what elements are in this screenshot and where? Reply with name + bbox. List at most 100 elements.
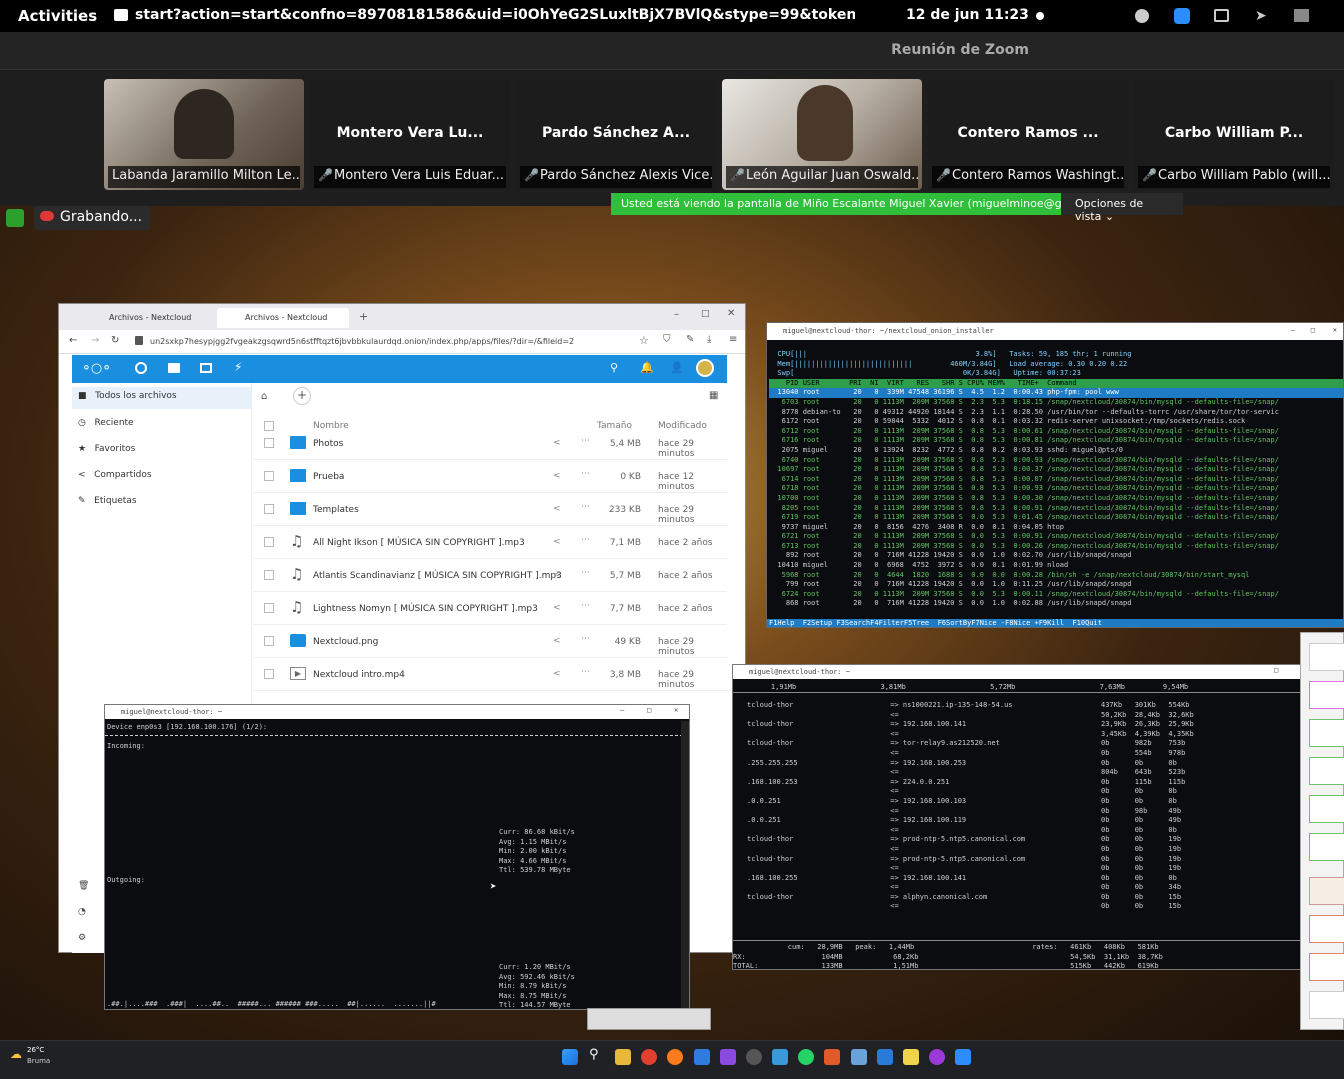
process-row[interactable]: 2075 miguel 20 0 13924 8232 4772 S 0.8 0… xyxy=(769,446,1343,456)
file-checkbox[interactable] xyxy=(264,570,274,580)
share-icon[interactable]: < xyxy=(553,471,561,481)
file-name[interactable]: Lightness Nomyn [ MÚSICA SIN COPYRIGHT ]… xyxy=(313,604,538,614)
process-row[interactable]: 10410 miguel 20 0 6968 4752 3972 S 0.0 0… xyxy=(769,561,1343,571)
sidebar-item-shared[interactable]: < Compartidos xyxy=(78,470,152,480)
thumbnail[interactable] xyxy=(1309,833,1344,861)
chat-icon[interactable] xyxy=(1135,9,1149,23)
nload-terminal-window[interactable]: miguel@nextcloud-thor: ~ – □ ✕ Device enp0s… xyxy=(104,704,690,1010)
close-icon[interactable]: ✕ xyxy=(674,706,678,716)
process-row[interactable]: 6719 root 20 0 1113M 209M 37568 S 0.0 5.… xyxy=(769,513,1343,523)
process-row[interactable]: 13040 root 20 0 339M 47548 36196 S 4.5 1… xyxy=(769,388,1343,398)
drive-icon[interactable] xyxy=(1214,9,1229,22)
firefox-icon[interactable] xyxy=(667,1049,683,1065)
file-row[interactable]: Templates < ⋯ 233 KB hace 29 minutos xyxy=(253,493,727,526)
tor-icon[interactable] xyxy=(929,1049,945,1065)
background-window[interactable] xyxy=(587,1008,711,1030)
thumbnail[interactable] xyxy=(1309,719,1344,747)
thumbnail[interactable] xyxy=(1309,877,1344,905)
iftop-terminal-window[interactable]: miguel@nextcloud-thor: ~□✕ 1,91Mb 3,81Mb… xyxy=(732,664,1344,970)
file-explorer-icon[interactable] xyxy=(615,1049,631,1065)
process-row[interactable]: 5968 root 20 0 4644 1820 1688 S 0.0 0.0 … xyxy=(769,571,1343,581)
process-row[interactable]: 892 root 20 0 716M 41228 19420 S 0.0 1.0… xyxy=(769,551,1343,561)
file-checkbox[interactable] xyxy=(264,504,274,514)
chrome-icon[interactable] xyxy=(641,1049,657,1065)
share-icon[interactable]: < xyxy=(553,603,561,613)
file-checkbox[interactable] xyxy=(264,669,274,679)
file-checkbox[interactable] xyxy=(264,537,274,547)
file-checkbox[interactable] xyxy=(264,438,274,448)
participant-tile[interactable]: Pardo Sánchez A... 🎤Pardo Sánchez Alexis… xyxy=(516,79,716,190)
contacts-icon[interactable]: 👤 xyxy=(670,361,684,374)
share-icon[interactable]: < xyxy=(553,669,561,679)
process-row[interactable]: 6721 root 20 0 1113M 209M 37568 S 0.0 5.… xyxy=(769,532,1343,542)
view-options-button[interactable]: Opciones de vista ⌄ xyxy=(1061,193,1183,223)
tray-icon[interactable] xyxy=(1294,9,1309,22)
url-input[interactable]: un2sxkp7hesypjgg2fvgeakzgsqwrd5n6stfftqz… xyxy=(150,337,600,346)
file-checkbox[interactable] xyxy=(264,603,274,613)
notifications-icon[interactable]: 🔔 xyxy=(640,361,654,374)
thumbnail[interactable] xyxy=(1309,953,1344,981)
file-row[interactable]: Prueba < ⋯ 0 KB hace 12 minutos xyxy=(253,460,727,493)
file-name[interactable]: Nextcloud.png xyxy=(313,637,378,647)
extension-icon[interactable]: ✎ xyxy=(686,334,694,345)
share-icon[interactable]: < xyxy=(553,636,561,646)
file-row[interactable]: Photos < ⋯ 5,4 MB hace 29 minutos xyxy=(253,427,727,460)
participant-tile[interactable]: Carbo William P... 🎤Carbo William Pablo … xyxy=(1134,79,1334,190)
close-icon[interactable]: ✕ xyxy=(1333,326,1337,336)
minimize-icon[interactable]: – xyxy=(674,309,679,320)
file-row[interactable]: ♫ All Night Ikson [ MÚSICA SIN COPYRIGHT … xyxy=(253,526,727,559)
participant-tile[interactable]: 🎤León Aguilar Juan Oswald... xyxy=(722,79,922,190)
share-icon[interactable]: < xyxy=(553,438,561,448)
sidebar-item-tags[interactable]: ✎ Etiquetas xyxy=(78,496,137,506)
process-row[interactable]: 6716 root 20 0 1113M 209M 37568 S 0.8 5.… xyxy=(769,436,1343,446)
telegram-icon[interactable]: ➤ xyxy=(1255,8,1267,24)
search-icon[interactable]: ⚲ xyxy=(610,361,618,374)
scrollbar[interactable] xyxy=(681,721,689,1009)
recording-indicator[interactable]: Grabando... xyxy=(34,206,150,230)
reload-icon[interactable]: ↻ xyxy=(111,335,119,346)
store-icon[interactable] xyxy=(694,1049,710,1065)
settings-icon[interactable]: ⚙ xyxy=(78,933,86,943)
download-icon[interactable]: ⤓ xyxy=(707,334,711,345)
process-row[interactable]: 6172 root 20 0 59844 5332 4012 S 0.8 0.1… xyxy=(769,417,1343,427)
avatar[interactable] xyxy=(696,359,714,377)
close-icon[interactable]: ✕ xyxy=(727,308,735,319)
participant-tile[interactable]: Montero Vera Lu... 🎤Montero Vera Luis Ed… xyxy=(310,79,510,190)
sidebar-item-all-files[interactable]: ■ Todos los archivos xyxy=(78,391,177,401)
sidebar-item-recent[interactable]: ◷ Reciente xyxy=(78,418,134,428)
process-row[interactable]: 6703 root 20 0 1113M 209M 37568 S 2.3 5.… xyxy=(769,398,1343,408)
share-icon[interactable]: < xyxy=(553,570,561,580)
notes-icon[interactable] xyxy=(877,1049,893,1065)
thumbnail[interactable] xyxy=(1309,757,1344,785)
thumbnail[interactable] xyxy=(1309,991,1344,1019)
file-row[interactable]: ♫ Atlantis Scandinavianz [ MÚSICA SIN COP… xyxy=(253,559,727,592)
shield-icon[interactable]: ⛉ xyxy=(663,334,671,345)
thumbnail[interactable] xyxy=(1309,795,1344,823)
minimize-icon[interactable]: – xyxy=(1291,326,1295,336)
forward-icon[interactable]: → xyxy=(91,335,99,346)
file-name[interactable]: Nextcloud intro.mp4 xyxy=(313,670,405,680)
nextcloud-logo[interactable]: ⚬○⚬ xyxy=(81,361,112,376)
process-row[interactable]: 868 root 20 0 716M 41228 19420 S 0.0 1.0… xyxy=(769,599,1343,609)
process-row[interactable]: 6718 root 20 0 1113M 209M 37568 S 0.8 5.… xyxy=(769,484,1343,494)
process-row[interactable]: 6724 root 20 0 1113M 209M 37568 S 0.0 5.… xyxy=(769,590,1343,600)
maximize-icon[interactable]: □ xyxy=(701,309,710,319)
minimize-icon[interactable]: – xyxy=(620,706,624,716)
process-row[interactable]: 6714 root 20 0 1113M 209M 37568 S 0.8 5.… xyxy=(769,475,1343,485)
process-row[interactable]: 6712 root 20 0 1113M 209M 37568 S 0.8 5.… xyxy=(769,427,1343,437)
file-name[interactable]: Photos xyxy=(313,439,343,449)
file-checkbox[interactable] xyxy=(264,471,274,481)
file-row[interactable]: ♫ Lightness Nomyn [ MÚSICA SIN COPYRIGHT … xyxy=(253,592,727,625)
menu-icon[interactable]: ≡ xyxy=(729,334,737,345)
whatsapp-icon[interactable] xyxy=(798,1049,814,1065)
file-row[interactable]: ▶ Nextcloud intro.mp4 < ⋯ 3,8 MB hace 29 minu… xyxy=(253,658,727,691)
file-name[interactable]: Prueba xyxy=(313,472,344,482)
share-icon[interactable]: < xyxy=(553,504,561,514)
process-row[interactable]: 6713 root 20 0 1113M 209M 37568 S 0.0 5.… xyxy=(769,542,1343,552)
process-row[interactable]: 9737 miguel 20 0 8156 4276 3408 R 0.0 0.… xyxy=(769,523,1343,533)
process-row[interactable]: 8778 debian-to 20 0 49312 44920 18144 S … xyxy=(769,408,1343,418)
sidebar-item-favorites[interactable]: ★ Favoritos xyxy=(78,444,135,454)
htop-function-keys[interactable]: F1Help F2Setup F3SearchF4FilterF5Tree F6… xyxy=(767,619,1343,627)
file-name[interactable]: Templates xyxy=(313,505,359,515)
activity-icon[interactable]: ⚡ xyxy=(234,360,242,374)
